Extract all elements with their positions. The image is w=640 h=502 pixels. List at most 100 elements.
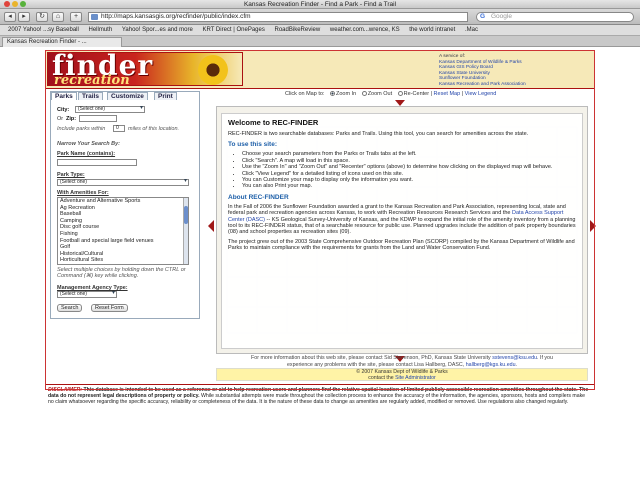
contact-text-1b: . If you (537, 355, 553, 361)
ksu-email-link[interactable]: sstevens@ksu.edu (492, 355, 537, 361)
bookmark-item[interactable]: .Mac (465, 27, 478, 33)
reload-button[interactable]: ↻ (36, 12, 48, 22)
reset-map-link[interactable]: Reset Map (434, 91, 461, 97)
reset-form-button[interactable]: Reset Form (91, 304, 128, 312)
search-box[interactable]: G Google (476, 12, 634, 22)
bookmarks-bar: 2007 Yahoo! ...sy Baseball Hellmuth Yaho… (0, 25, 640, 36)
site-admin-link[interactable]: Site Administrator (395, 375, 436, 381)
list-item[interactable]: Disc golf course (58, 224, 188, 231)
zoom-in-radio[interactable] (329, 91, 335, 97)
park-type-select[interactable]: (Select one) (57, 179, 189, 186)
view-legend-link[interactable]: View Legend (465, 91, 497, 97)
sunflower-icon (198, 55, 228, 85)
disclaimer-title: DISCLAIMER: (48, 387, 83, 393)
favicon-icon (91, 14, 98, 20)
park-type-label: Park Type: (57, 172, 85, 178)
footer-divider (45, 384, 595, 385)
banner-divider (45, 88, 595, 89)
within-miles-value: 0 (116, 125, 119, 131)
list-item[interactable]: Horticultural Sites (58, 257, 188, 264)
amenities-label: With Amenities For: (57, 190, 109, 196)
contact-text-1a: For more information about this web site… (251, 355, 493, 361)
use-site-heading: To use this site: (228, 141, 277, 149)
address-bar[interactable]: http://maps.kansasgis.org/recfinder/publ… (88, 12, 468, 22)
search-button[interactable]: Search (57, 304, 83, 312)
or-label: Or (57, 116, 64, 122)
pan-east-arrow-icon[interactable] (590, 220, 596, 232)
about-text-b: -- KS Geological Survey-University of Ka… (228, 216, 576, 236)
welcome-title: Welcome to REC-FINDER (228, 118, 319, 127)
disclaimer: DISCLAIMER: This database is intended to… (48, 387, 592, 406)
google-icon: G (480, 13, 486, 20)
kgs-email-link[interactable]: hallberg@kgs.ku.edu (466, 362, 516, 368)
tab-customize[interactable]: Customize (107, 92, 148, 100)
listbox-scrollbar[interactable] (183, 198, 188, 264)
agency-select[interactable]: (Select one) (57, 291, 117, 298)
bookmark-item[interactable]: KRT Direct | OnePages (202, 27, 264, 33)
city-label: City: (57, 107, 70, 113)
list-item[interactable]: Golf (58, 244, 188, 251)
bookmark-item[interactable]: RoadBikeReview (275, 27, 321, 33)
multi-select-hint: Select multiple choices by holding down … (57, 267, 186, 279)
add-bookmark-button[interactable]: + (70, 12, 82, 22)
contact-text-2a: experience any problems with the site, p… (286, 361, 466, 368)
instructions-list: Choose your search parameters from the P… (228, 151, 576, 189)
list-item[interactable]: Baseball (58, 211, 188, 218)
logo-recreation-text: recreation (54, 73, 130, 86)
map-tools-prefix: Click on Map to: (285, 91, 325, 97)
bookmark-item[interactable]: Hellmuth (89, 27, 113, 33)
bookmark-item[interactable]: weather.com...wrence, KS (330, 27, 400, 33)
list-item[interactable]: Football and special large field venues (58, 238, 188, 245)
search-panel: Parks Trails Customize Print City: (Sele… (50, 91, 200, 319)
contact-text-2b: . (515, 361, 518, 368)
home-button[interactable]: ⌂ (52, 12, 64, 22)
narrow-heading: Narrow Your Search By: (57, 141, 120, 147)
within-label: Include parks within (57, 126, 106, 132)
scrollbar-thumb[interactable] (184, 206, 188, 224)
bookmark-item[interactable]: the world intranet (409, 27, 455, 33)
tab-strip: Kansas Recreation Finder - ... (0, 36, 640, 47)
zoom-in-label: Zoom In (335, 91, 357, 97)
about-heading: About REC-FINDER (228, 193, 289, 201)
forward-button[interactable]: ▸ (18, 12, 30, 22)
tab-print[interactable]: Print (154, 92, 177, 100)
within-miles-input[interactable]: 0 (113, 125, 125, 132)
browser-toolbar: ◂ ▸ ↻ ⌂ + http://maps.kansasgis.org/recf… (0, 9, 640, 25)
tab-trails[interactable]: Trails (78, 92, 103, 100)
city-select[interactable]: (Select one) (75, 106, 145, 113)
copyright-bar: © 2007 Kansas Dept of Wildlife & Parks c… (216, 368, 588, 381)
park-name-label: Park Name (contains): (57, 151, 116, 157)
recenter-radio[interactable] (397, 91, 403, 97)
pan-west-arrow-icon[interactable] (208, 220, 214, 232)
zoom-out-radio[interactable] (361, 91, 367, 97)
list-item[interactable]: Historical/Cultural (58, 251, 188, 258)
site-banner: finder recreation A service of: Kansas D… (45, 50, 595, 88)
zoom-out-label: Zoom Out (367, 91, 393, 97)
about-paragraph-1: In the Fall of 2006 the Sunflower Founda… (228, 204, 576, 236)
browser-tab[interactable]: Kansas Recreation Finder - ... (2, 37, 122, 47)
list-item[interactable]: Ag Recreation (58, 205, 188, 212)
contact-info: For more information about this web site… (216, 355, 588, 368)
address-text: http://maps.kansasgis.org/recfinder/publ… (101, 13, 251, 20)
list-item[interactable]: Fishing (58, 231, 188, 238)
recenter-label: Re-Center (403, 91, 430, 97)
amenities-listbox[interactable]: Adventure and Alternative Sports Ag Recr… (57, 197, 189, 265)
back-button[interactable]: ◂ (4, 12, 16, 22)
partner-list: A service of: Kansas Department of Wildl… (439, 54, 589, 88)
bookmark-item[interactable]: 2007 Yahoo! ...sy Baseball (8, 27, 79, 33)
bookmark-item[interactable]: Yahoo! Spor...es and more (122, 27, 193, 33)
tab-parks[interactable]: Parks (51, 92, 77, 100)
within-suffix: miles of this location. (128, 126, 180, 132)
window-title: Kansas Recreation Finder - Find a Park -… (243, 1, 397, 8)
partner-link-krpa[interactable]: Kansas Recreation and Park Association (439, 82, 589, 88)
park-name-input[interactable] (57, 159, 137, 166)
zip-input[interactable] (79, 115, 117, 122)
list-item: You can also Print your map. (242, 183, 576, 189)
list-item[interactable]: Adventure and Alternative Sports (58, 198, 188, 205)
map-tools: Click on Map to: Zoom In Zoom Out Re-Cen… (285, 91, 496, 97)
admin-contact-prefix: contact the (368, 375, 396, 381)
list-item[interactable]: Camping (58, 218, 188, 225)
welcome-intro: REC-FINDER is two searchable databases: … (228, 131, 529, 137)
welcome-panel: Welcome to REC-FINDER REC-FINDER is two … (221, 113, 583, 349)
finder-logo[interactable]: finder recreation (47, 52, 243, 86)
